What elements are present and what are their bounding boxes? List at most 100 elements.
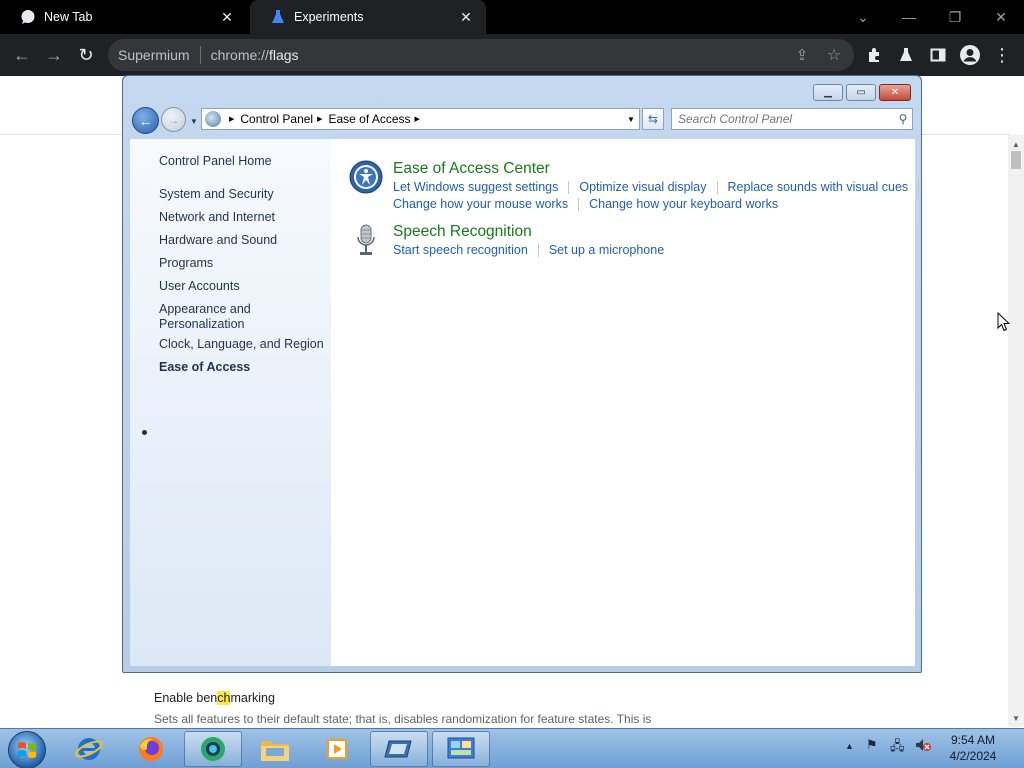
forward-button[interactable]: →	[161, 107, 186, 132]
url-prefix: chrome://	[210, 47, 269, 63]
search-box[interactable]: ⚲	[671, 108, 913, 130]
window-switcher-icon[interactable]	[370, 731, 428, 767]
task-separator	[537, 243, 539, 257]
show-hidden-icons-icon[interactable]: ▲	[845, 741, 854, 751]
menu-icon[interactable]: ⋮	[988, 41, 1016, 69]
sidebar-item-hardware-and-sound[interactable]: Hardware and Sound	[159, 233, 277, 248]
minimize-button[interactable]: ▁	[813, 84, 843, 101]
page-scrollbar[interactable]: ▲ ▼	[1008, 135, 1024, 727]
file-explorer-icon[interactable]	[246, 731, 304, 767]
ease-of-access-tasks-row-1: Let Windows suggest settings Optimize vi…	[393, 180, 929, 194]
restore-icon[interactable]: ❐	[932, 0, 978, 34]
sidebar-item-system-and-security[interactable]: System and Security	[159, 187, 274, 202]
task-separator	[568, 180, 570, 194]
current-page-bullet	[142, 430, 147, 435]
task-separator	[578, 197, 580, 211]
sidebar-item-programs[interactable]: Programs	[159, 256, 213, 271]
browser-tab-strip: New Tab ✕ Experiments ✕ ⌄ — ❐ ✕	[0, 0, 1024, 34]
profile-avatar-icon[interactable]	[956, 41, 984, 69]
media-player-icon[interactable]	[308, 731, 366, 767]
windows-logo-icon	[18, 742, 36, 758]
tab-search-icon[interactable]: ⌄	[840, 0, 886, 34]
change-mouse-link[interactable]: Change how your mouse works	[393, 197, 568, 211]
window-controls: ▁ ▭ ✕	[810, 84, 911, 101]
omnibox-separator	[199, 46, 201, 64]
close-tab-icon[interactable]: ✕	[458, 9, 474, 25]
extensions-icon[interactable]	[860, 41, 888, 69]
sidebar-item-clock-language-region[interactable]: Clock, Language, and Region	[159, 337, 324, 352]
breadcrumb-ease-of-access[interactable]: Ease of Access	[329, 112, 411, 126]
start-speech-recognition-link[interactable]: Start speech recognition	[393, 243, 528, 257]
ease-of-access-icon[interactable]	[349, 160, 383, 194]
let-windows-suggest-settings-link[interactable]: Let Windows suggest settings	[393, 180, 558, 194]
refresh-icon[interactable]: ⇆	[642, 108, 664, 130]
recent-pages-dropdown-icon[interactable]: ▼	[189, 116, 199, 126]
side-panel-icon[interactable]	[924, 41, 952, 69]
firefox-icon[interactable]	[122, 731, 180, 767]
control-panel-icon	[205, 111, 221, 127]
tab-title: New Tab	[44, 10, 93, 24]
breadcrumb-arrow-icon[interactable]: ▶	[229, 115, 234, 123]
internet-explorer-icon[interactable]	[60, 731, 118, 767]
mouse-cursor-icon	[997, 312, 1011, 332]
control-panel-icon[interactable]	[432, 731, 490, 767]
scrollbar-thumb[interactable]	[1011, 151, 1021, 169]
clock-time: 9:54 AM	[950, 733, 996, 747]
flask-icon[interactable]	[892, 41, 920, 69]
tab-new-tab[interactable]: New Tab ✕	[0, 0, 247, 34]
flag-description: Sets all features to their default state…	[154, 712, 652, 726]
change-keyboard-link[interactable]: Change how your keyboard works	[589, 197, 778, 211]
address-bar[interactable]: Supermium chrome:// flags	[108, 39, 854, 71]
control-panel-home-link[interactable]: Control Panel Home	[159, 154, 272, 169]
taskbar-clock[interactable]: 9:54 AM 4/2/2024	[942, 732, 1004, 764]
set-up-microphone-link[interactable]: Set up a microphone	[549, 243, 664, 257]
sidebar-item-label: Appearance and	[159, 302, 251, 316]
flag-title: Enable benchmarking	[154, 691, 275, 705]
sidebar-item-label: Personalization	[159, 317, 245, 331]
replace-sounds-link[interactable]: Replace sounds with visual cues	[728, 180, 909, 194]
forward-arrow-icon[interactable]: →	[40, 41, 68, 69]
browser-toolbar: ← → ↻ Supermium chrome:// flags ⇪ ☆ ⋮	[0, 34, 1024, 76]
back-button[interactable]: ←	[132, 107, 159, 134]
share-icon[interactable]: ⇪	[788, 41, 816, 69]
windows-taskbar: ▲ ⚑ 🖧	[0, 728, 1024, 768]
tab-experiments[interactable]: Experiments ✕	[250, 0, 486, 34]
sidebar-item-ease-of-access: Ease of Access	[159, 360, 251, 374]
sidebar-item-appearance-and-personalization[interactable]: Appearance and Personalization	[159, 302, 251, 332]
breadcrumb-arrow-icon[interactable]: ▶	[415, 115, 420, 123]
sidebar-item-network-and-internet[interactable]: Network and Internet	[159, 210, 275, 225]
control-panel-address-bar[interactable]: ▶ Control Panel ▶ Ease of Access ▶ ▼	[201, 108, 640, 130]
close-button[interactable]: ✕	[879, 84, 911, 101]
task-separator	[716, 180, 718, 194]
url-host: flags	[268, 47, 299, 63]
minimize-icon[interactable]: —	[886, 0, 932, 34]
bookmark-star-icon[interactable]: ☆	[820, 41, 848, 69]
start-button[interactable]	[8, 731, 46, 768]
action-center-flag-icon[interactable]: ⚑	[866, 737, 878, 753]
back-arrow-icon[interactable]: ←	[8, 41, 36, 69]
close-window-icon[interactable]: ✕	[978, 0, 1024, 34]
microphone-icon[interactable]	[349, 223, 383, 257]
speech-recognition-tasks-row: Start speech recognition Set up a microp…	[393, 243, 664, 257]
chat-bubble-icon	[20, 9, 36, 25]
scroll-up-icon[interactable]: ▲	[1011, 139, 1021, 149]
reload-icon[interactable]: ↻	[72, 41, 100, 69]
ease-of-access-tasks-row-2: Change how your mouse works Change how y…	[393, 197, 778, 211]
search-input[interactable]	[678, 110, 894, 128]
network-icon[interactable]: 🖧	[890, 737, 905, 759]
maximize-button[interactable]: ▭	[846, 84, 876, 101]
address-dropdown-icon[interactable]: ▼	[623, 115, 639, 124]
search-icon[interactable]: ⚲	[894, 112, 912, 126]
breadcrumb-control-panel[interactable]: Control Panel	[240, 112, 313, 126]
close-tab-icon[interactable]: ✕	[219, 9, 235, 25]
speech-recognition-title[interactable]: Speech Recognition	[393, 223, 532, 241]
sidebar-item-user-accounts[interactable]: User Accounts	[159, 279, 240, 294]
supermium-icon[interactable]	[184, 731, 242, 767]
content-pane: Ease of Access Center Let Windows sugges…	[331, 139, 920, 666]
ease-of-access-center-title[interactable]: Ease of Access Center	[393, 160, 550, 178]
volume-muted-icon[interactable]	[914, 737, 932, 756]
breadcrumb-arrow-icon[interactable]: ▶	[317, 115, 322, 123]
clock-date: 4/2/2024	[949, 749, 997, 763]
scroll-down-icon[interactable]: ▼	[1011, 713, 1021, 723]
optimize-visual-display-link[interactable]: Optimize visual display	[579, 180, 706, 194]
